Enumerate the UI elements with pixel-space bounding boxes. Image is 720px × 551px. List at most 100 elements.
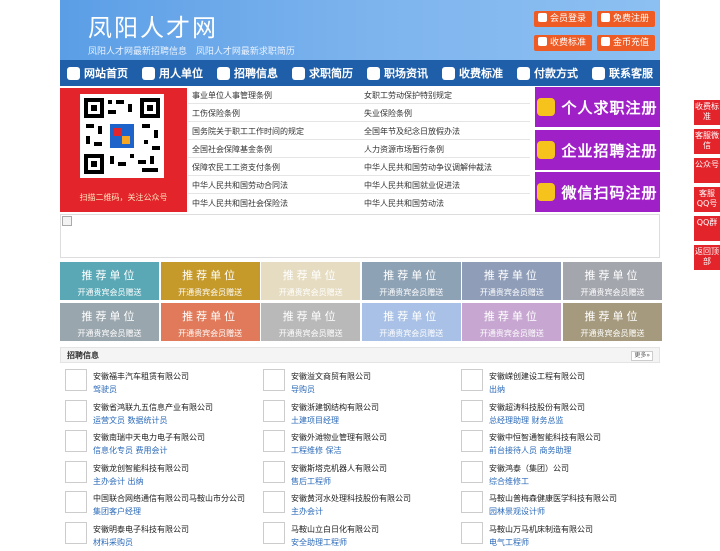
side-back-to-top[interactable]: 返回顶部 (694, 245, 720, 270)
job-positions[interactable]: 信息化专员 费用会计 (93, 445, 168, 456)
job-item[interactable]: 安徽明泰电子科技有限公司 材料采购员 (60, 520, 256, 551)
company-logo[interactable] (461, 521, 483, 544)
law-link[interactable]: 失业保险条例 (364, 108, 412, 119)
job-item[interactable]: 马鞍山立白日化有限公司 安全助理工程师 (258, 520, 454, 551)
company-logo[interactable] (263, 460, 285, 483)
wechat-register-button[interactable]: 微信扫码注册 (535, 172, 660, 212)
nav-payment[interactable]: 付款方式 (510, 60, 585, 86)
recommend-tile[interactable]: 推荐单位 开通贵宾会员赠送 (261, 262, 361, 300)
company-name[interactable]: 安徽斯塔克机器人有限公司 (291, 463, 387, 474)
recommend-tile[interactable]: 推荐单位 开通贵宾会员赠送 (462, 262, 562, 300)
company-name[interactable]: 马鞍山万马机床制造有限公司 (489, 524, 593, 535)
job-item[interactable]: 中国联合网络通信有限公司马鞍山市分公司 集团客户经理 (60, 489, 256, 520)
job-item[interactable]: 安徽南瑞中天电力电子有限公司 信息化专员 费用会计 (60, 428, 256, 459)
job-positions[interactable]: 运营文员 数据统计员 (93, 415, 168, 426)
company-name[interactable]: 安徽超涛科技股份有限公司 (489, 402, 585, 413)
company-name[interactable]: 马鞍山立白日化有限公司 (291, 524, 379, 535)
company-logo[interactable] (263, 430, 285, 452)
job-item[interactable]: 安徽省鸿联九五信息产业有限公司 运营文员 数据统计员 (60, 398, 256, 429)
nav-news[interactable]: 职场资讯 (360, 60, 435, 86)
side-qq-service[interactable]: 客服QQ号 (694, 187, 720, 212)
nav-pricing[interactable]: 收费标准 (435, 60, 510, 86)
company-name[interactable]: 安徽鸿泰（集团）公司 (489, 463, 569, 474)
law-link[interactable]: 中华人民共和国劳动法 (364, 198, 444, 209)
job-item[interactable]: 安徽中恒智通智能科技有限公司 前台接待人员 商务助理 (456, 428, 652, 459)
company-logo[interactable] (65, 521, 87, 544)
law-link[interactable]: 全国社会保障基金条例 (192, 144, 272, 155)
nav-home[interactable]: 网站首页 (60, 60, 135, 86)
company-name[interactable]: 安徽龙创智能科技有限公司 (93, 463, 189, 474)
company-logo[interactable] (263, 399, 285, 422)
job-item[interactable]: 马鞍山万马机床制造有限公司 电气工程师 (456, 520, 652, 551)
company-logo[interactable] (263, 369, 285, 391)
law-link[interactable]: 中华人民共和国劳动合同法 (192, 180, 288, 191)
job-positions[interactable]: 材料采购员 (93, 537, 133, 548)
register-button[interactable]: 免费注册 (597, 11, 656, 27)
law-link[interactable]: 中华人民共和国就业促进法 (364, 180, 460, 191)
ad-banner[interactable] (60, 214, 660, 258)
job-item[interactable]: 安徽溢文商贸有限公司 导购员 (258, 367, 454, 398)
company-name[interactable]: 中国联合网络通信有限公司马鞍山市分公司 (93, 493, 245, 504)
law-link[interactable]: 中华人民共和国劳动争议调解仲裁法 (364, 162, 492, 173)
recharge-button[interactable]: 金币充值 (597, 35, 656, 51)
company-logo[interactable] (263, 521, 285, 544)
job-item[interactable]: 安徽龙创智能科技有限公司 主办会计 出纳 (60, 459, 256, 490)
law-link[interactable]: 事业单位人事管理条例 (192, 90, 272, 101)
law-link[interactable]: 中华人民共和国社会保险法 (192, 198, 288, 209)
company-name[interactable]: 安徽福丰汽车租赁有限公司 (93, 371, 189, 382)
job-item[interactable]: 安徽斯塔克机器人有限公司 售后工程师 (258, 459, 454, 490)
company-logo[interactable] (461, 369, 483, 391)
company-logo[interactable] (65, 460, 87, 483)
recommend-tile[interactable]: 推荐单位 开通贵宾会员赠送 (563, 303, 662, 341)
latest-resumes-link[interactable]: 凤阳人才网最新求职简历 (196, 47, 295, 57)
job-positions[interactable]: 综合维修工 (489, 476, 529, 487)
price-button[interactable]: 收费标准 (534, 35, 593, 51)
job-item[interactable]: 安徽外滩物业管理有限公司 工程维修 保洁 (258, 428, 454, 459)
company-name[interactable]: 安徽明泰电子科技有限公司 (93, 524, 189, 535)
company-logo[interactable] (461, 460, 483, 483)
company-logo[interactable] (65, 491, 87, 513)
job-positions[interactable]: 工程维修 保洁 (291, 445, 342, 456)
job-positions[interactable]: 前台接待人员 商务助理 (489, 445, 572, 456)
company-logo[interactable] (461, 491, 483, 513)
job-positions[interactable]: 出纳 (489, 384, 505, 395)
company-name[interactable]: 安徽浙建钢结构有限公司 (291, 402, 379, 413)
recommend-tile[interactable]: 推荐单位 开通贵宾会员赠送 (60, 262, 159, 300)
company-register-button[interactable]: 企业招聘注册 (535, 130, 660, 170)
job-positions[interactable]: 售后工程师 (291, 476, 331, 487)
company-name[interactable]: 安徽嵘创建设工程有限公司 (489, 371, 585, 382)
side-price[interactable]: 收费标准 (694, 100, 720, 125)
company-logo[interactable] (461, 399, 483, 422)
side-wechat-service[interactable]: 客服微信 (694, 129, 720, 154)
nav-contact[interactable]: 联系客服 (585, 60, 660, 86)
company-name[interactable]: 安徽溢文商贸有限公司 (291, 371, 371, 382)
recommend-tile[interactable]: 推荐单位 开通贵宾会员赠送 (160, 303, 260, 341)
company-name[interactable]: 安徽中恒智通智能科技有限公司 (489, 432, 601, 443)
recommend-tile[interactable]: 推荐单位 开通贵宾会员赠送 (160, 262, 260, 300)
company-logo[interactable] (65, 369, 87, 391)
job-positions[interactable]: 安全助理工程师 (291, 537, 347, 548)
job-positions[interactable]: 导购员 (291, 384, 315, 395)
personal-register-button[interactable]: 个人求职注册 (535, 87, 660, 127)
job-positions[interactable]: 主办会计 (291, 506, 323, 517)
law-link[interactable]: 全国年节及纪念日放假办法 (364, 126, 460, 137)
job-positions[interactable]: 园林景观设计师 (489, 506, 545, 517)
law-link[interactable]: 人力资源市场暂行条例 (364, 144, 444, 155)
company-name[interactable]: 安徽省鸿联九五信息产业有限公司 (93, 402, 213, 413)
law-link[interactable]: 保障农民工工资支付条例 (192, 162, 280, 173)
recommend-tile[interactable]: 推荐单位 开通贵宾会员赠送 (462, 303, 562, 341)
job-item[interactable]: 安徽嵘创建设工程有限公司 出纳 (456, 367, 652, 398)
law-link[interactable]: 工伤保险条例 (192, 108, 240, 119)
nav-jobs[interactable]: 招聘信息 (210, 60, 285, 86)
recommend-tile[interactable]: 推荐单位 开通贵宾会员赠送 (60, 303, 159, 341)
company-name[interactable]: 马鞍山普梅森健康医学科技有限公司 (489, 493, 617, 504)
job-item[interactable]: 安徽福丰汽车租赁有限公司 驾驶员 (60, 367, 256, 398)
company-logo[interactable] (263, 491, 285, 513)
company-logo[interactable] (461, 430, 483, 452)
law-link[interactable]: 国务院关于职工工作时间的规定 (192, 126, 304, 137)
job-item[interactable]: 安徽浙建钢结构有限公司 土建项目经理 (258, 398, 454, 429)
job-positions[interactable]: 土建项目经理 (291, 415, 339, 426)
more-jobs-button[interactable]: 更多» (631, 351, 653, 361)
job-positions[interactable]: 电气工程师 (489, 537, 529, 548)
job-item[interactable]: 安徽鸿泰（集团）公司 综合维修工 (456, 459, 652, 490)
